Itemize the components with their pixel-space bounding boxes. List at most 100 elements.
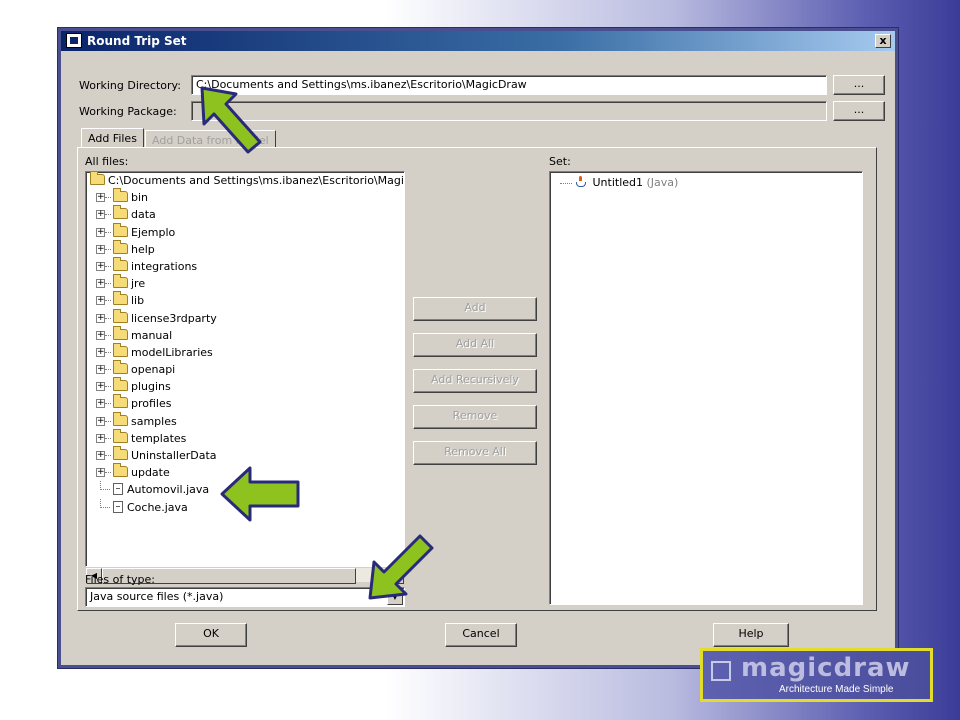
add-all-button[interactable]: Add All (413, 333, 537, 357)
tree-folder-item[interactable]: + samples (86, 411, 404, 430)
tree-root-label: C:\Documents and Settings\ms.ibanez\Escr… (108, 174, 405, 187)
set-list[interactable]: Untitled1 (Java) (549, 171, 863, 605)
tree-folder-label: profiles (131, 397, 172, 411)
working-directory-browse-button[interactable]: ... (833, 75, 885, 95)
tree-folder-item[interactable]: + templates (86, 428, 404, 447)
files-of-type-select[interactable]: Java source files (*.java) ▼ (85, 587, 405, 607)
folder-open-icon (90, 172, 105, 185)
tree-folder-item[interactable]: + manual (86, 325, 404, 344)
folder-icon (113, 256, 128, 271)
tree-connector (105, 351, 111, 353)
tree-folder-label: Ejemplo (131, 225, 176, 239)
tree-connector (105, 197, 111, 199)
tree-folder-item[interactable]: + integrations (86, 256, 404, 275)
tree-folder-label: samples (131, 414, 177, 428)
expand-plus-icon[interactable]: + (96, 399, 105, 409)
help-button[interactable]: Help (713, 623, 789, 647)
tree-connector (105, 386, 111, 388)
expand-plus-icon[interactable]: + (96, 451, 105, 460)
expand-plus-icon[interactable]: + (96, 365, 105, 375)
expand-plus-icon[interactable]: + (96, 193, 105, 203)
tree-connector (105, 214, 111, 216)
tree-folder-item[interactable]: + Ejemplo (86, 222, 404, 241)
java-icon (574, 176, 586, 188)
folder-icon (113, 308, 128, 323)
tree-folder-item[interactable]: + modelLibraries (86, 342, 404, 361)
folder-icon (113, 188, 128, 203)
tree-connector (100, 489, 110, 491)
expand-plus-icon[interactable]: + (96, 416, 105, 426)
tree-connector (105, 369, 111, 371)
tree-connector (105, 231, 111, 233)
expand-plus-icon[interactable]: + (96, 244, 105, 254)
tree-folder-item[interactable]: + plugins (86, 377, 404, 395)
expand-plus-icon[interactable]: + (96, 382, 105, 392)
logo-tagline: Architecture Made Simple (779, 684, 894, 695)
tree-folder-item[interactable]: + bin (86, 188, 404, 206)
cancel-button[interactable]: Cancel (445, 623, 517, 647)
remove-all-button[interactable]: Remove All (413, 441, 537, 465)
expand-plus-icon[interactable]: + (96, 433, 105, 443)
tree-connector (105, 472, 111, 474)
set-item[interactable]: Untitled1 (Java) (558, 176, 678, 189)
tree-folder-item[interactable]: + data (86, 205, 404, 223)
expand-plus-icon[interactable]: + (96, 330, 105, 340)
tree-connector (105, 248, 111, 250)
expand-plus-icon[interactable]: + (96, 227, 105, 237)
tree-folder-item[interactable]: + license3rdparty (86, 308, 404, 327)
folder-icon (113, 394, 128, 409)
round-trip-set-dialog: Round Trip Set x Working Directory: C:\D… (58, 28, 898, 668)
folder-icon (113, 463, 128, 478)
expand-plus-icon[interactable]: + (96, 347, 105, 357)
tree-folder-item[interactable]: + lib (86, 291, 404, 309)
working-package-input[interactable] (191, 101, 827, 121)
folder-icon (113, 446, 128, 460)
expand-plus-icon[interactable]: + (96, 279, 105, 289)
folder-icon (113, 411, 128, 426)
tree-folder-label: update (131, 466, 170, 480)
tree-connector (105, 420, 111, 422)
title-bar[interactable]: Round Trip Set x (61, 31, 895, 51)
tree-connector (105, 403, 111, 405)
expand-plus-icon[interactable]: + (96, 296, 105, 306)
tree-connector (105, 283, 111, 285)
folder-icon (113, 342, 128, 357)
set-label: Set: (549, 155, 571, 168)
working-package-browse-button[interactable]: ... (833, 101, 885, 121)
remove-button[interactable]: Remove (413, 405, 537, 429)
tree-folder-item[interactable]: + help (86, 239, 404, 258)
tree-folder-label: lib (131, 294, 145, 308)
tree-connector (105, 265, 111, 267)
ok-button[interactable]: OK (175, 623, 247, 647)
tab-add-files[interactable]: Add Files (81, 128, 144, 148)
logo-wordmark: magicdraw (741, 653, 911, 683)
expand-plus-icon[interactable]: + (96, 210, 105, 220)
magicdraw-logo: magicdraw Architecture Made Simple (700, 648, 933, 702)
tree-root[interactable]: C:\Documents and Settings\ms.ibanez\Escr… (86, 172, 404, 189)
working-directory-input[interactable]: C:\Documents and Settings\ms.ibanez\Escr… (191, 75, 827, 95)
pointer-arrow-icon (220, 466, 300, 522)
expand-plus-icon[interactable]: + (96, 261, 105, 271)
add-recursively-button[interactable]: Add Recursively (413, 369, 537, 393)
tree-connector (105, 300, 111, 302)
expand-plus-icon[interactable]: + (96, 313, 105, 323)
folder-icon (113, 428, 128, 443)
working-directory-label: Working Directory: (79, 79, 181, 92)
app-icon (66, 33, 82, 48)
folder-icon (113, 360, 128, 375)
tree-folder-label: bin (131, 191, 149, 205)
tree-folder-label: manual (131, 328, 173, 342)
expand-plus-icon[interactable]: + (96, 468, 105, 478)
add-button[interactable]: Add (413, 297, 537, 321)
tree-folder-label: modelLibraries (131, 345, 213, 359)
tree-connector (105, 317, 111, 319)
tree-folder-item[interactable]: + openapi (86, 360, 404, 378)
tree-folder-label: help (131, 242, 155, 256)
tree-connector (100, 506, 110, 508)
tree-folder-item[interactable]: + profiles (86, 394, 404, 412)
set-item-type: (Java) (646, 176, 679, 189)
tree-folder-item[interactable]: + jre (86, 274, 404, 292)
files-of-type-value: Java source files (*.java) (90, 590, 224, 603)
close-button[interactable]: x (875, 34, 891, 48)
folder-list: + bin + data + Ejemplo + help + integrations + jre +… (86, 188, 404, 481)
